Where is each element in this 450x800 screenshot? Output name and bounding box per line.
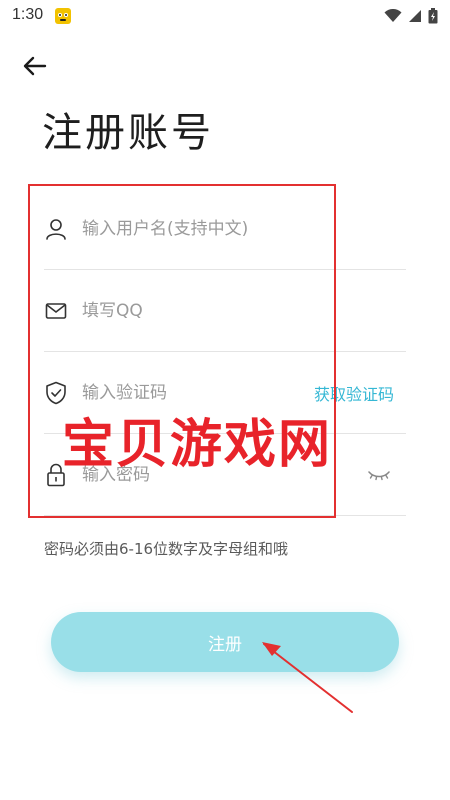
eye-closed-icon	[368, 470, 390, 480]
status-bar: 1:30	[0, 0, 450, 34]
get-code-button[interactable]: 获取验证码	[314, 381, 394, 405]
envelope-icon	[44, 299, 68, 323]
username-row	[44, 188, 406, 270]
status-time: 1:30	[12, 6, 44, 23]
qq-input[interactable]	[82, 295, 302, 326]
app-notification-icon	[54, 7, 72, 25]
wifi-icon	[384, 9, 402, 22]
register-button[interactable]: 注册	[51, 612, 399, 672]
username-input[interactable]	[82, 213, 302, 244]
person-icon	[44, 217, 68, 241]
code-input[interactable]	[82, 377, 302, 408]
shield-check-icon	[44, 381, 68, 405]
qq-row	[44, 270, 406, 352]
arrow-left-icon	[23, 56, 47, 76]
password-row	[44, 434, 406, 516]
battery-icon	[428, 8, 438, 24]
password-visibility-toggle[interactable]	[366, 467, 392, 483]
status-icons	[384, 6, 438, 26]
password-input[interactable]	[82, 459, 302, 490]
password-hint: 密码必须由6-16位数字及字母组和哦	[44, 540, 289, 558]
lock-icon	[44, 463, 68, 487]
code-row: 获取验证码	[44, 352, 406, 434]
page-title: 注册账号	[42, 110, 214, 156]
back-button[interactable]	[20, 52, 50, 80]
signal-icon	[409, 10, 421, 22]
